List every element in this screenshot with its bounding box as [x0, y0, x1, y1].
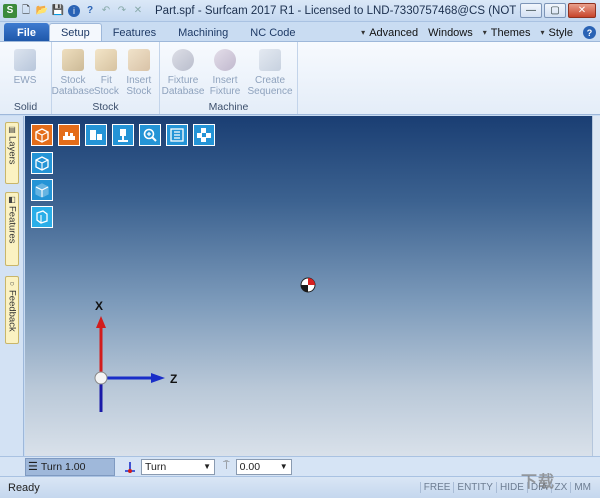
tab-setup[interactable]: Setup: [48, 23, 102, 42]
axis-x-label: X: [95, 299, 104, 313]
advanced-menu[interactable]: Advanced: [369, 27, 418, 39]
mode-axes-icon: [123, 460, 137, 474]
viewport-scrollbar[interactable]: [592, 116, 600, 456]
tab-file[interactable]: File: [4, 23, 49, 42]
view-iso-icon[interactable]: [31, 152, 53, 174]
ribbon-panel: EWS Solid Stock Database Fit Stock Inser…: [0, 41, 600, 115]
app-logo-icon[interactable]: S: [3, 3, 17, 18]
fit-stock-icon: [94, 48, 118, 72]
create-sequence-icon: [258, 48, 282, 72]
tab-nc-code[interactable]: NC Code: [239, 23, 306, 42]
side-tab-feedback[interactable]: ○ Feedback: [5, 276, 19, 344]
view-side-icon[interactable]: [31, 206, 53, 228]
mode-select[interactable]: Turn ▼: [141, 458, 215, 475]
list-icon[interactable]: [166, 124, 188, 146]
turn-panel[interactable]: ☰ Turn 1.00: [25, 457, 115, 476]
grid-icon[interactable]: [193, 124, 215, 146]
graphics-viewport[interactable]: X Z: [25, 116, 592, 456]
style-dropdown-icon: ▾: [540, 28, 545, 37]
mode-dropdown-icon: ▼: [203, 462, 211, 471]
advanced-dropdown-icon: ▾: [361, 28, 366, 37]
fixture-database-icon: [171, 48, 195, 72]
turn-list-icon: ☰: [28, 461, 38, 473]
group-machine: Fixture Database Insert Fixture Create S…: [160, 42, 298, 114]
title-bar: S 🗋 📂 💾 i ? ↶ ↷ ✕ Part.spf - Surfcam 201…: [0, 0, 600, 22]
maximize-button[interactable]: ▢: [544, 3, 566, 18]
ribbon-help-icon[interactable]: ?: [583, 26, 596, 39]
zoom-icon[interactable]: [139, 124, 161, 146]
ribbon-tabs: File Setup Features Machining NC Code ▾ …: [0, 22, 600, 42]
close-button[interactable]: ✕: [568, 3, 596, 18]
group-label-machine: Machine: [208, 101, 249, 113]
close-x-icon[interactable]: ✕: [131, 4, 145, 18]
plane-icon: ⍑: [223, 460, 230, 472]
value-select[interactable]: 0.00 ▼: [235, 458, 292, 475]
tab-features[interactable]: Features: [102, 23, 167, 42]
ews-icon: [13, 48, 37, 72]
redo-icon[interactable]: ↷: [115, 4, 129, 18]
new-file-icon[interactable]: 🗋: [19, 4, 33, 18]
axis-triad: [94, 316, 165, 412]
undo-icon[interactable]: ↶: [99, 4, 113, 18]
themes-menu[interactable]: Themes: [491, 27, 531, 39]
watermark: 下载: [520, 474, 555, 491]
ribbon-right-menu: ▾ Advanced Windows ▾ Themes ▾ Style ?: [361, 23, 600, 42]
stock-database-icon: [61, 48, 85, 72]
origin-marker-icon: [300, 277, 316, 293]
machine-icon[interactable]: [85, 124, 107, 146]
quick-access-toolbar: S 🗋 📂 💾 i ? ↶ ↷ ✕: [0, 3, 145, 18]
info-icon[interactable]: i: [67, 4, 81, 18]
feedback-icon: ○: [9, 279, 15, 288]
window-controls: — ▢ ✕: [520, 3, 600, 18]
group-solid: EWS Solid: [0, 42, 52, 114]
layers-icon: ▤: [8, 125, 16, 134]
features-icon: ◧: [8, 195, 16, 204]
machine-table-icon[interactable]: [58, 124, 80, 146]
axis-z-label: Z: [170, 372, 178, 386]
status-text: Ready: [8, 481, 40, 494]
stock-box-icon[interactable]: [31, 124, 53, 146]
tool-icon[interactable]: [112, 124, 134, 146]
save-icon[interactable]: 💾: [51, 4, 65, 18]
open-folder-icon[interactable]: 📂: [35, 4, 49, 18]
help-icon[interactable]: ?: [83, 4, 97, 18]
minimize-button[interactable]: —: [520, 3, 542, 18]
group-label-solid: Solid: [13, 101, 38, 113]
view-front-icon[interactable]: [31, 179, 53, 201]
style-menu[interactable]: Style: [549, 27, 573, 39]
windows-menu[interactable]: Windows: [428, 27, 473, 39]
side-panel: ▤ Layers ◧ Features ○ Feedback: [0, 116, 24, 456]
value-dropdown-icon: ▼: [279, 462, 288, 471]
insert-fixture-icon: [213, 48, 237, 72]
tab-machining[interactable]: Machining: [167, 23, 239, 42]
status-free[interactable]: FREE: [419, 482, 454, 493]
turn-label: Turn 1.00: [40, 460, 86, 473]
themes-dropdown-icon: ▾: [482, 28, 487, 37]
group-stock: Stock Database Fit Stock Insert Stock St…: [52, 42, 160, 114]
group-label-stock: Stock: [92, 101, 119, 113]
side-tab-layers[interactable]: ▤ Layers: [5, 122, 19, 184]
insert-stock-icon: [127, 48, 151, 72]
side-tab-features[interactable]: ◧ Features: [5, 192, 19, 266]
window-title: Part.spf - Surfcam 2017 R1 - Licensed to…: [155, 4, 520, 17]
